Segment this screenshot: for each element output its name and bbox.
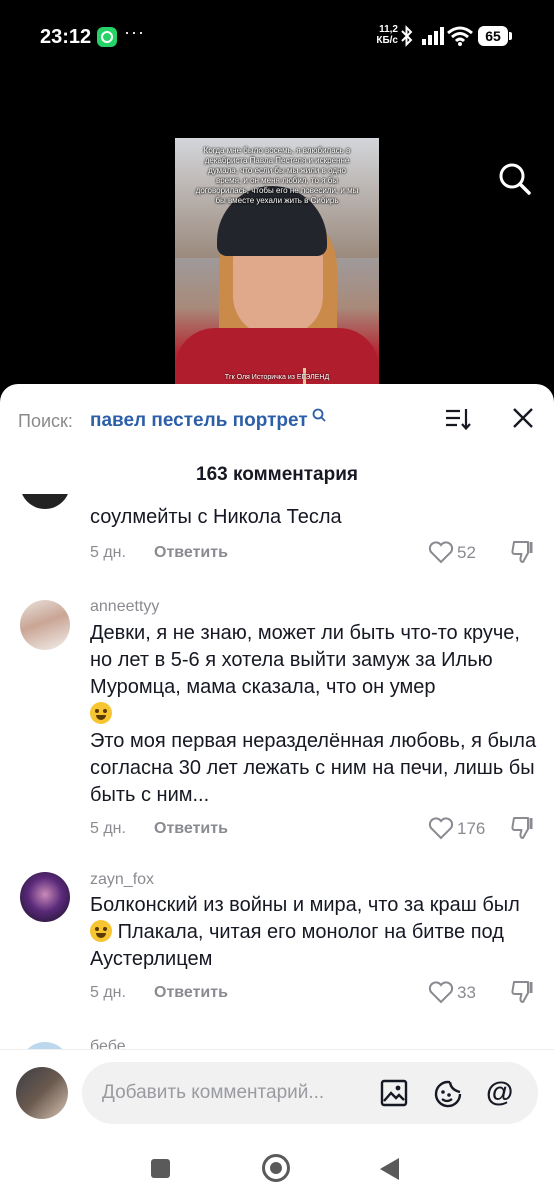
like-count: 33 — [457, 983, 476, 1002]
mention-icon[interactable]: @ — [486, 1076, 513, 1108]
comment-username[interactable]: zayn_fox — [90, 871, 154, 889]
avatar[interactable] — [20, 872, 70, 922]
image-icon[interactable] — [380, 1079, 408, 1107]
dislike-icon[interactable] — [510, 539, 536, 565]
comments-list[interactable]: соулмейты с Никола Тесла 5 дн. Ответить … — [0, 494, 554, 1054]
comment-text-part: Это моя первая неразделённая любовь, я б… — [90, 730, 537, 806]
comment-placeholder: Добавить комментарий... — [102, 1082, 325, 1103]
video-caption: Когда мне было восемь, я влюбилась в дек… — [195, 146, 359, 205]
video-watermark: Тгк Оля Историчка из ЕГЭЛЕНД — [224, 374, 330, 381]
search-icon[interactable] — [498, 162, 532, 196]
comment-input[interactable]: Добавить комментарий... @ — [82, 1062, 538, 1124]
heart-icon[interactable] — [428, 540, 454, 564]
search-query-icon — [312, 408, 326, 422]
home-button[interactable] — [262, 1154, 290, 1182]
back-button[interactable] — [380, 1158, 399, 1180]
status-bar: 23:12 ··· 11,2 КБ/с 65 — [0, 0, 554, 72]
heart-icon[interactable] — [428, 980, 454, 1004]
wifi-icon — [447, 26, 473, 46]
avatar[interactable] — [20, 494, 70, 509]
comment-text: Девки, я не знаю, может ли быть что-то к… — [90, 620, 538, 809]
reply-button[interactable]: Ответить — [154, 984, 228, 1002]
search-suggestion[interactable]: Поиск: павел пестель портрет — [0, 384, 554, 454]
comment-text: соулмейты с Никола Тесла — [90, 506, 342, 528]
user-avatar[interactable] — [16, 1067, 68, 1119]
search-query-link[interactable]: павел пестель портрет — [90, 410, 308, 432]
comment-time: 5 дн. — [90, 820, 126, 837]
comment-time: 5 дн. — [90, 984, 126, 1001]
comment-time: 5 дн. — [90, 544, 126, 561]
network-speed-unit: КБ/с — [376, 35, 398, 46]
recents-button[interactable] — [151, 1159, 170, 1178]
video-player[interactable]: Когда мне было восемь, я влюбилась в дек… — [0, 72, 554, 446]
joy-emoji-icon — [90, 702, 112, 724]
comment-text-part: Плакала, читая его монолог на битве под … — [90, 921, 504, 970]
comments-count-title: 163 комментария — [196, 464, 358, 485]
avatar[interactable] — [20, 600, 70, 650]
pleading-emoji-icon — [90, 920, 112, 942]
reply-button[interactable]: Ответить — [154, 544, 228, 562]
comment-text-part: Болконский из войны и мира, что за краш … — [90, 894, 520, 916]
battery-indicator: 65 — [478, 26, 512, 46]
like-count: 52 — [457, 543, 476, 562]
comment-text-part: Девки, я не знаю, может ли быть что-то к… — [90, 622, 520, 698]
system-nav-bar — [0, 1139, 554, 1200]
more-notifications-icon: ··· — [124, 22, 145, 42]
dislike-icon[interactable] — [510, 815, 536, 841]
signal-icon — [422, 27, 444, 45]
network-speed-value: 11,2 — [379, 24, 398, 35]
network-speed: 11,2 КБ/с — [376, 24, 398, 46]
search-label: Поиск: — [18, 411, 73, 431]
like-count: 176 — [457, 819, 486, 838]
comment-text: Болконский из войны и мира, что за краш … — [90, 892, 538, 973]
close-icon[interactable] — [512, 407, 534, 429]
comments-sheet: Поиск: павел пестель портрет 163 коммент… — [0, 384, 554, 1200]
emoji-icon[interactable] — [432, 1078, 464, 1110]
reply-button[interactable]: Ответить — [154, 820, 228, 838]
bluetooth-icon — [401, 25, 413, 47]
dislike-icon[interactable] — [510, 979, 536, 1005]
whatsapp-notification-icon — [97, 27, 117, 47]
comment-input-bar: Добавить комментарий... @ — [0, 1049, 554, 1139]
sort-icon[interactable] — [445, 407, 471, 431]
comment-username[interactable]: anneettyy — [90, 598, 159, 616]
status-time: 23:12 — [40, 26, 92, 48]
heart-icon[interactable] — [428, 816, 454, 840]
